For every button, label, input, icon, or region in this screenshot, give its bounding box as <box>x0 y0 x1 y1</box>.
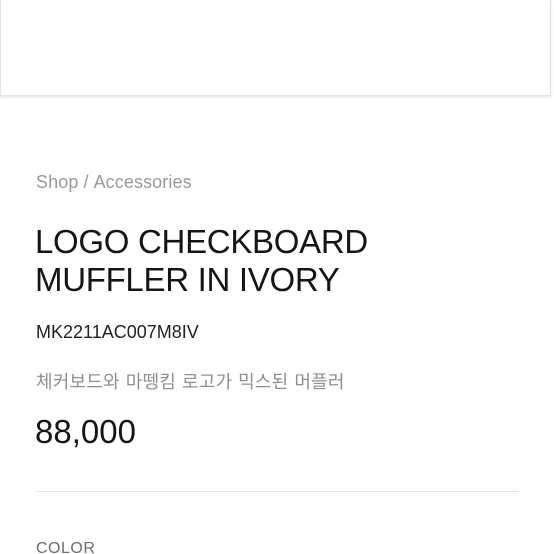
product-title-line-2: MUFFLER IN IVORY <box>35 261 340 298</box>
breadcrumb-accessories-link[interactable]: Accessories <box>94 172 192 192</box>
color-option-label: COLOR <box>36 540 96 554</box>
divider <box>36 491 519 492</box>
product-price: 88,000 <box>35 413 136 450</box>
product-code: MK2211AC007M8IV <box>36 322 199 342</box>
breadcrumb-separator: / <box>83 172 89 192</box>
product-title: LOGO CHECKBOARD MUFFLER IN IVORY <box>35 223 505 299</box>
product-title-line-1: LOGO CHECKBOARD <box>35 223 368 260</box>
breadcrumb-shop-link[interactable]: Shop <box>36 172 78 192</box>
product-image-area[interactable] <box>0 0 551 96</box>
product-page: Shop / Accessories LOGO CHECKBOARD MUFFLER… <box>0 0 554 554</box>
product-description: 체커보드와 마뗑킴 로고가 믹스된 머플러 <box>36 372 345 393</box>
breadcrumb: Shop / Accessories <box>36 172 192 193</box>
